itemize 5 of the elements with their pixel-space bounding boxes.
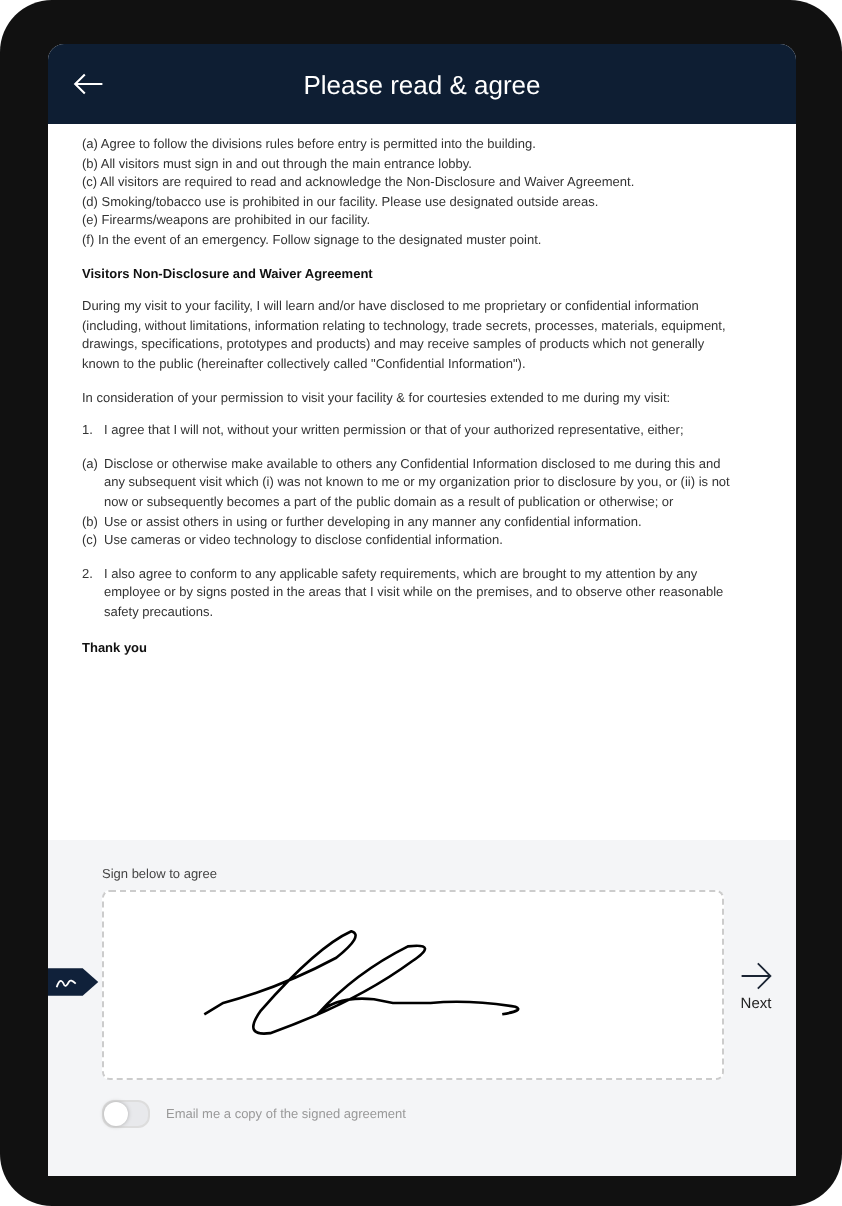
email-toggle[interactable] <box>102 1100 150 1128</box>
arrow-right-icon <box>738 958 774 994</box>
back-arrow-icon[interactable] <box>72 72 104 96</box>
signature-pad[interactable] <box>102 890 724 1080</box>
page-title: Please read & agree <box>303 69 541 99</box>
